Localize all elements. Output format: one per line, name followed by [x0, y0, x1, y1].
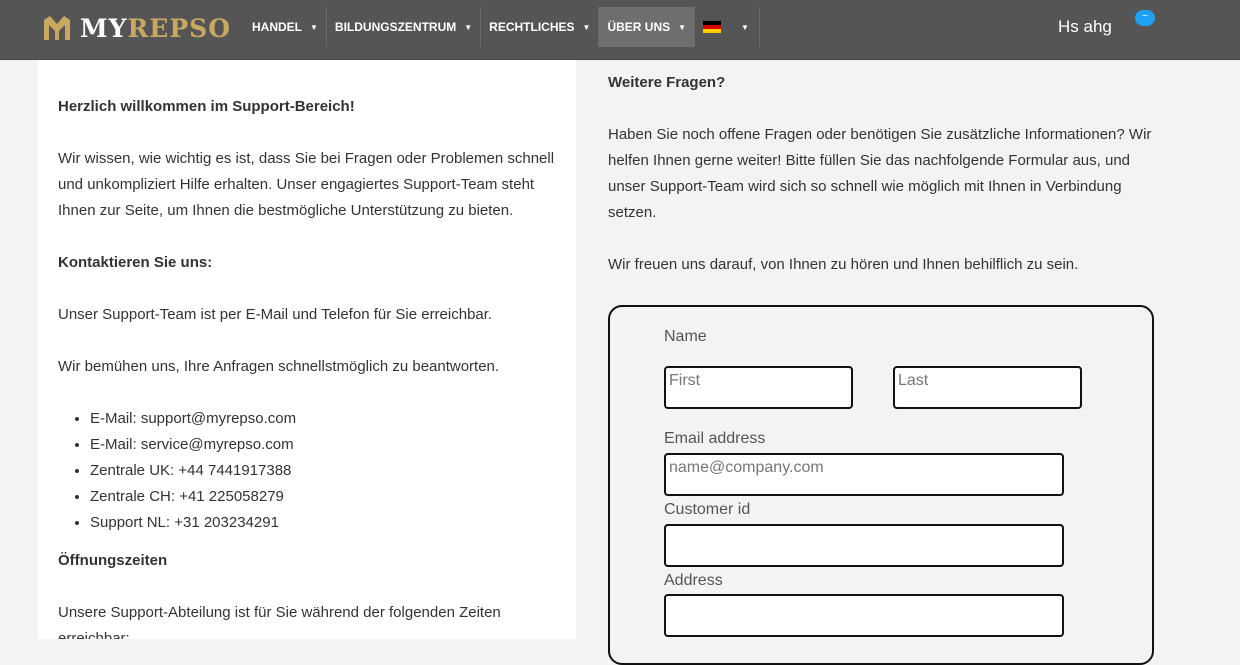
contact-text: Unser Support-Team ist per E-Mail und Te… — [58, 306, 493, 323]
email-label: Email address — [664, 430, 766, 447]
list-item: Zentrale CH: +41 225058279 — [90, 484, 558, 510]
address-input[interactable] — [664, 594, 1064, 637]
contact-heading: Kontaktieren Sie uns: — [58, 254, 213, 271]
contact-form: Name Email address Customer id Address — [608, 305, 1154, 665]
nav-item-rechtliches[interactable]: RECHTLICHES ▼ — [481, 7, 600, 47]
further-questions-text: Haben Sie noch offene Fragen oder benöti… — [608, 126, 1152, 221]
customer-id-label: Customer id — [664, 501, 751, 518]
top-navbar: MYREPSO HANDEL ▼ BILDUNGSZENTRUM ▼ RECHT… — [0, 0, 1240, 60]
main-nav: HANDEL ▼ BILDUNGSZENTRUM ▼ RECHTLICHES ▼… — [244, 7, 760, 47]
user-name[interactable]: Hs ahg — [1058, 17, 1112, 37]
german-flag-icon — [703, 21, 722, 33]
hours-heading: Öffnungszeiten — [58, 552, 168, 569]
further-questions-section: Weitere Fragen? Haben Sie noch offene Fr… — [608, 70, 1168, 304]
logo-text: MYREPSO — [80, 14, 231, 43]
closing-text: Wir freuen uns darauf, von Ihnen zu höre… — [608, 256, 1079, 273]
hours-text: Unsere Support-Abteilung ist für Sie wäh… — [58, 604, 501, 639]
caret-down-icon: ▼ — [310, 22, 318, 32]
email-input[interactable] — [664, 453, 1064, 496]
further-questions-heading: Weitere Fragen? — [608, 74, 726, 91]
list-item: Support NL: +31 203234291 — [90, 510, 558, 536]
logo-mark-icon — [44, 16, 70, 40]
welcome-heading: Herzlich willkommen im Support-Bereich! — [58, 98, 355, 115]
logo-text-my: MY — [80, 13, 128, 43]
response-text: Wir bemühen uns, Ihre Anfragen schnellst… — [58, 358, 500, 375]
intro-text: Wir wissen, wie wichtig es ist, dass Sie… — [58, 150, 555, 219]
nav-item-ueber-uns[interactable]: ÜBER UNS ▼ — [599, 7, 696, 47]
nav-item-label: HANDEL — [252, 20, 302, 34]
nav-item-handel[interactable]: HANDEL ▼ — [244, 7, 327, 47]
list-item: E-Mail: service@myrepso.com — [90, 432, 558, 458]
caret-down-icon: ▼ — [678, 22, 687, 32]
nav-item-label: BILDUNGSZENTRUM — [334, 20, 457, 34]
language-selector[interactable]: ▼ — [695, 7, 760, 47]
notification-badge[interactable]: ~ — [1135, 10, 1155, 26]
caret-down-icon: ▼ — [464, 22, 473, 32]
contact-list: E-Mail: support@myrepso.com E-Mail: serv… — [58, 406, 558, 536]
brand-logo[interactable]: MYREPSO — [42, 12, 231, 44]
first-name-input[interactable] — [664, 366, 853, 409]
caret-down-icon: ▼ — [582, 22, 591, 32]
list-item: E-Mail: support@myrepso.com — [90, 406, 558, 432]
nav-item-label: ÜBER UNS — [607, 20, 671, 34]
logo-text-repso: REPSO — [127, 13, 231, 43]
last-name-input[interactable] — [893, 366, 1082, 409]
support-info-panel: Herzlich willkommen im Support-Bereich! … — [38, 60, 576, 639]
name-label: Name — [664, 328, 707, 345]
list-item: Zentrale UK: +44 7441917388 — [90, 458, 558, 484]
nav-item-bildungszentrum[interactable]: BILDUNGSZENTRUM ▼ — [327, 7, 482, 47]
customer-id-input[interactable] — [664, 524, 1064, 567]
nav-item-label: RECHTLICHES — [489, 20, 575, 34]
address-label: Address — [664, 572, 723, 589]
caret-down-icon: ▼ — [741, 22, 749, 32]
